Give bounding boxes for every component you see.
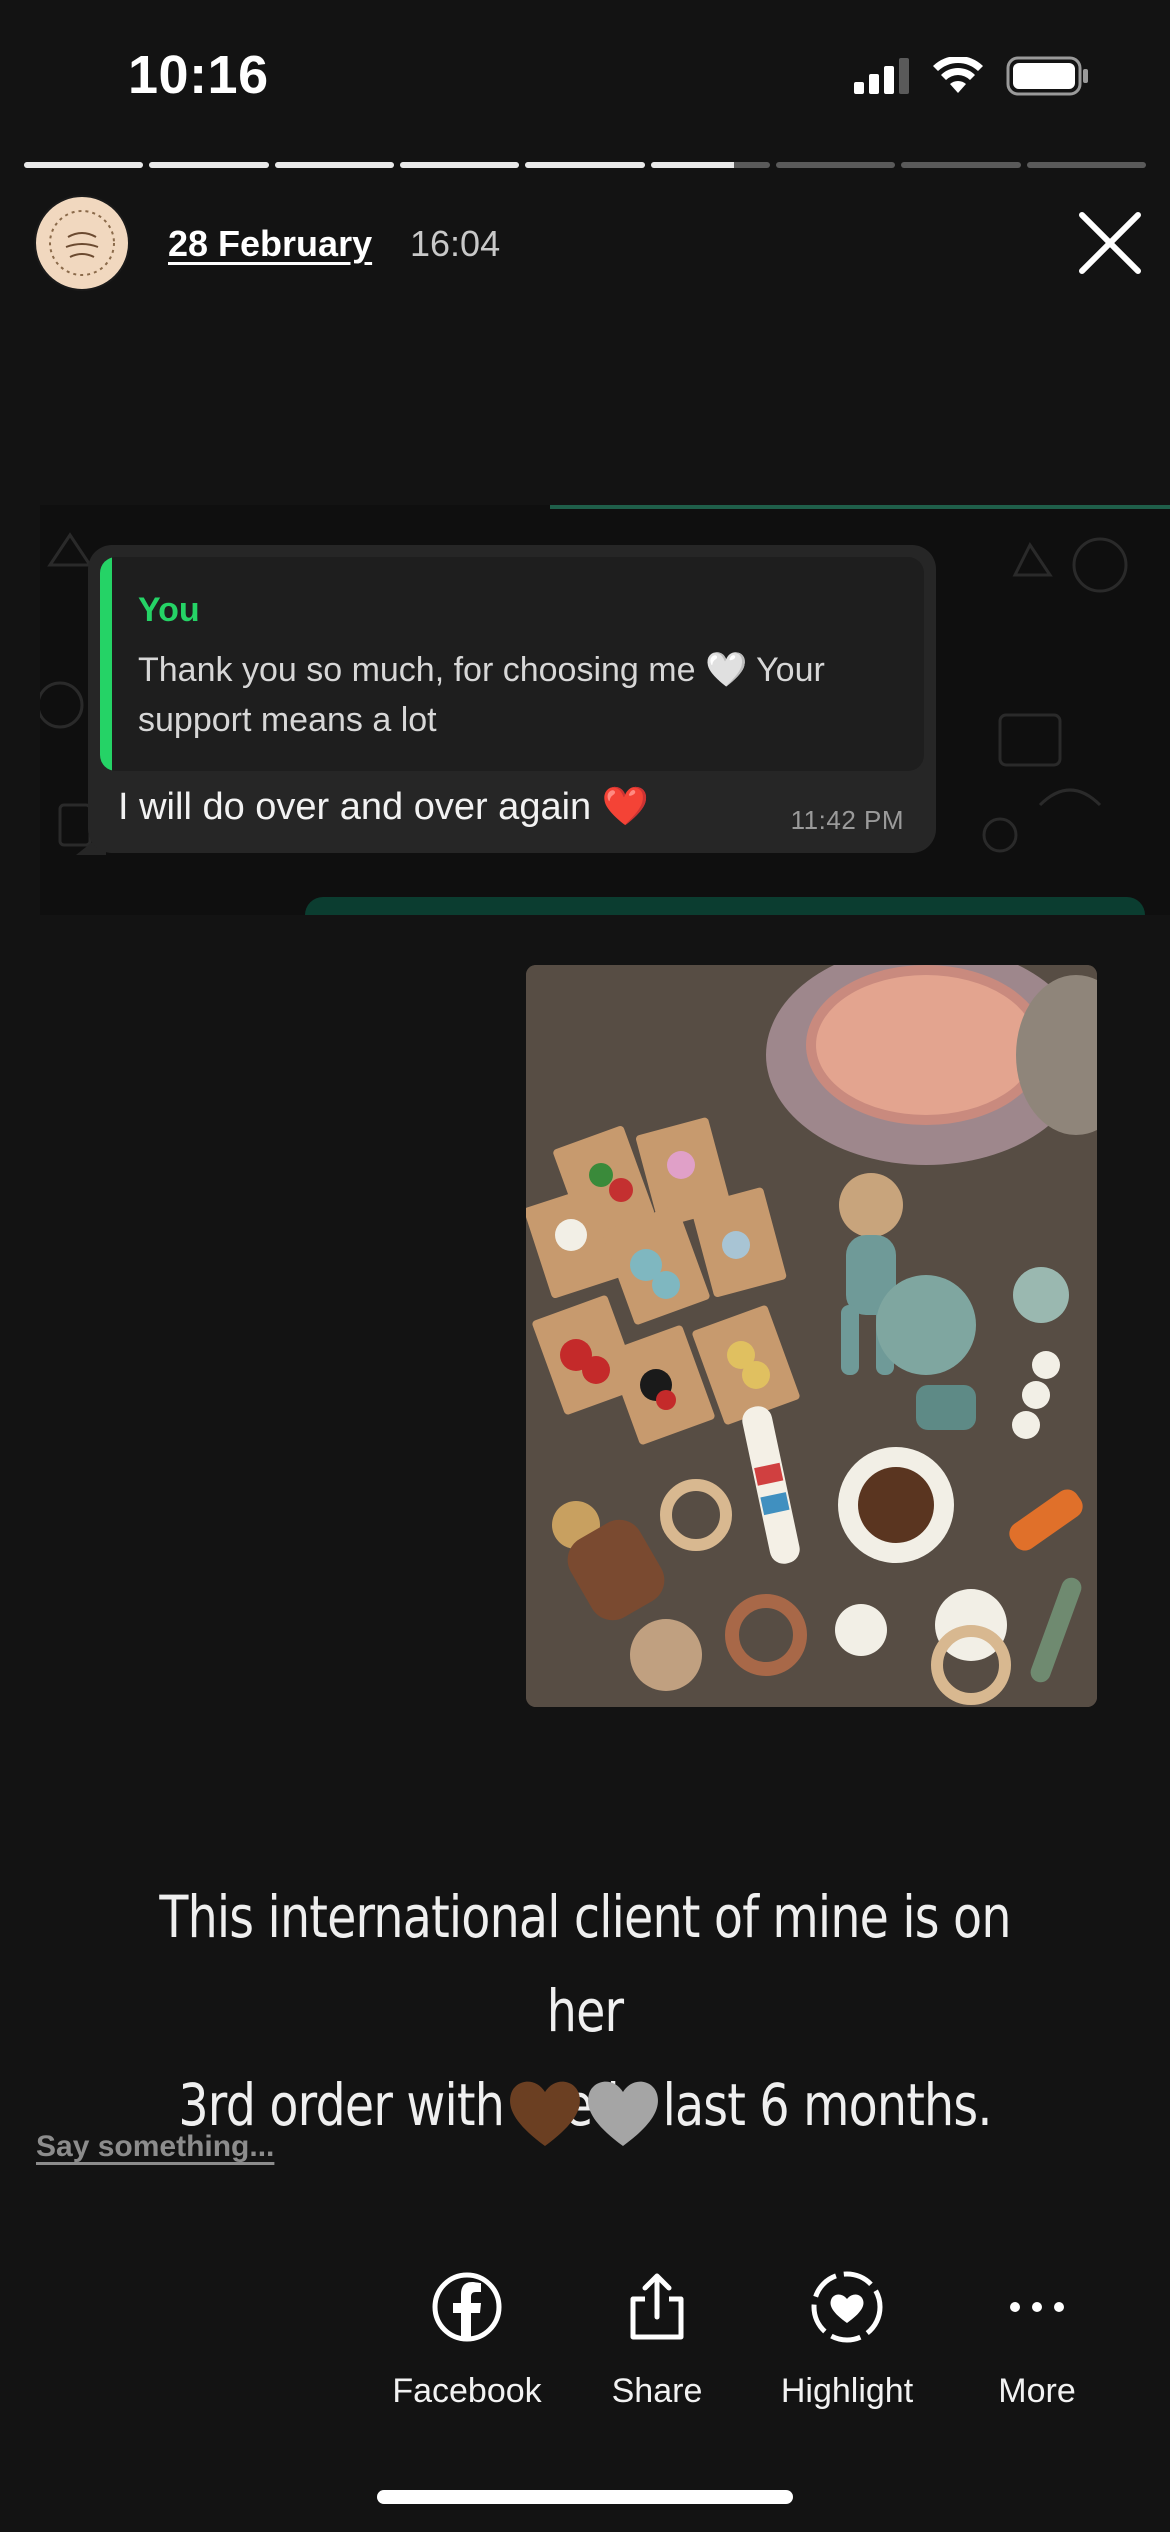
progress-segment bbox=[650, 162, 770, 168]
progress-fill bbox=[650, 162, 735, 168]
action-icon-wrap bbox=[802, 2262, 892, 2352]
quote-accent-bar bbox=[100, 557, 112, 771]
share-button[interactable]: Share bbox=[562, 2262, 752, 2432]
message-time: 11:42 PM bbox=[790, 805, 904, 835]
action-icon-wrap bbox=[992, 2262, 1082, 2352]
progress-fill bbox=[149, 162, 269, 168]
highlight-heart-icon bbox=[811, 2271, 883, 2343]
progress-segment bbox=[274, 162, 394, 168]
product-photo bbox=[526, 965, 1097, 1707]
cellular-signal-icon bbox=[854, 58, 909, 94]
brand-logo-icon bbox=[49, 210, 115, 276]
home-indicator[interactable] bbox=[377, 2490, 793, 2504]
quoted-message: You Thank you so much, for choosing me 🤍… bbox=[100, 557, 924, 771]
story-actions: Facebook Share Highlight More bbox=[372, 2262, 1132, 2432]
story-header: 28 February 16:04 bbox=[34, 193, 1144, 293]
action-label: Share bbox=[611, 2372, 703, 2410]
chat-bubble-edge bbox=[305, 897, 1145, 915]
message-bubble: You Thank you so much, for choosing me 🤍… bbox=[88, 545, 936, 853]
status-icons bbox=[854, 56, 1090, 96]
progress-fill bbox=[525, 162, 645, 168]
quoted-author: You bbox=[138, 591, 200, 629]
more-button[interactable]: More bbox=[942, 2262, 1132, 2432]
progress-segment bbox=[399, 162, 520, 168]
quoted-text: Thank you so much, for choosing me 🤍 You… bbox=[138, 651, 825, 739]
story-viewer: 10:16 28 February 16:04 You Thank you so… bbox=[0, 0, 1170, 2532]
story-date-link[interactable]: 28 February bbox=[168, 223, 372, 265]
highlight-button[interactable]: Highlight bbox=[752, 2262, 942, 2432]
action-icon-wrap bbox=[612, 2262, 702, 2352]
progress-fill bbox=[24, 162, 144, 168]
story-progress-bar bbox=[24, 162, 1146, 168]
status-bar: 10:16 bbox=[0, 0, 1170, 150]
action-icon-wrap bbox=[422, 2262, 512, 2352]
progress-segment bbox=[775, 162, 896, 168]
chat-bubble-edge bbox=[550, 505, 1170, 509]
more-dots-icon bbox=[1010, 2302, 1064, 2312]
crochet-toys-image bbox=[526, 965, 1097, 1707]
status-time: 10:16 bbox=[128, 45, 269, 105]
battery-icon bbox=[1006, 56, 1088, 96]
progress-fill bbox=[399, 162, 520, 168]
progress-segment bbox=[149, 162, 269, 168]
share-icon bbox=[630, 2273, 684, 2340]
caption-line-1: This international client of mine is on … bbox=[159, 1883, 1011, 2045]
hearts-emoji bbox=[510, 2081, 658, 2146]
progress-segment bbox=[24, 162, 144, 168]
action-label: Facebook bbox=[392, 2372, 542, 2410]
story-time: 16:04 bbox=[410, 223, 501, 264]
close-icon[interactable] bbox=[1076, 209, 1144, 277]
progress-fill bbox=[274, 162, 394, 168]
facebook-button[interactable]: Facebook bbox=[372, 2262, 562, 2432]
progress-segment bbox=[901, 162, 1021, 168]
progress-segment bbox=[525, 162, 645, 168]
action-label: More bbox=[998, 2372, 1076, 2410]
progress-segment bbox=[1026, 162, 1146, 168]
facebook-icon bbox=[432, 2272, 502, 2342]
avatar[interactable] bbox=[34, 195, 130, 291]
reply-input[interactable]: Say something... bbox=[36, 2130, 274, 2164]
message-text: I will do over and over again ❤️ bbox=[118, 786, 650, 828]
action-label: Highlight bbox=[780, 2372, 914, 2410]
chat-screenshot: You Thank you so much, for choosing me 🤍… bbox=[40, 505, 1170, 915]
wifi-icon bbox=[933, 57, 983, 93]
